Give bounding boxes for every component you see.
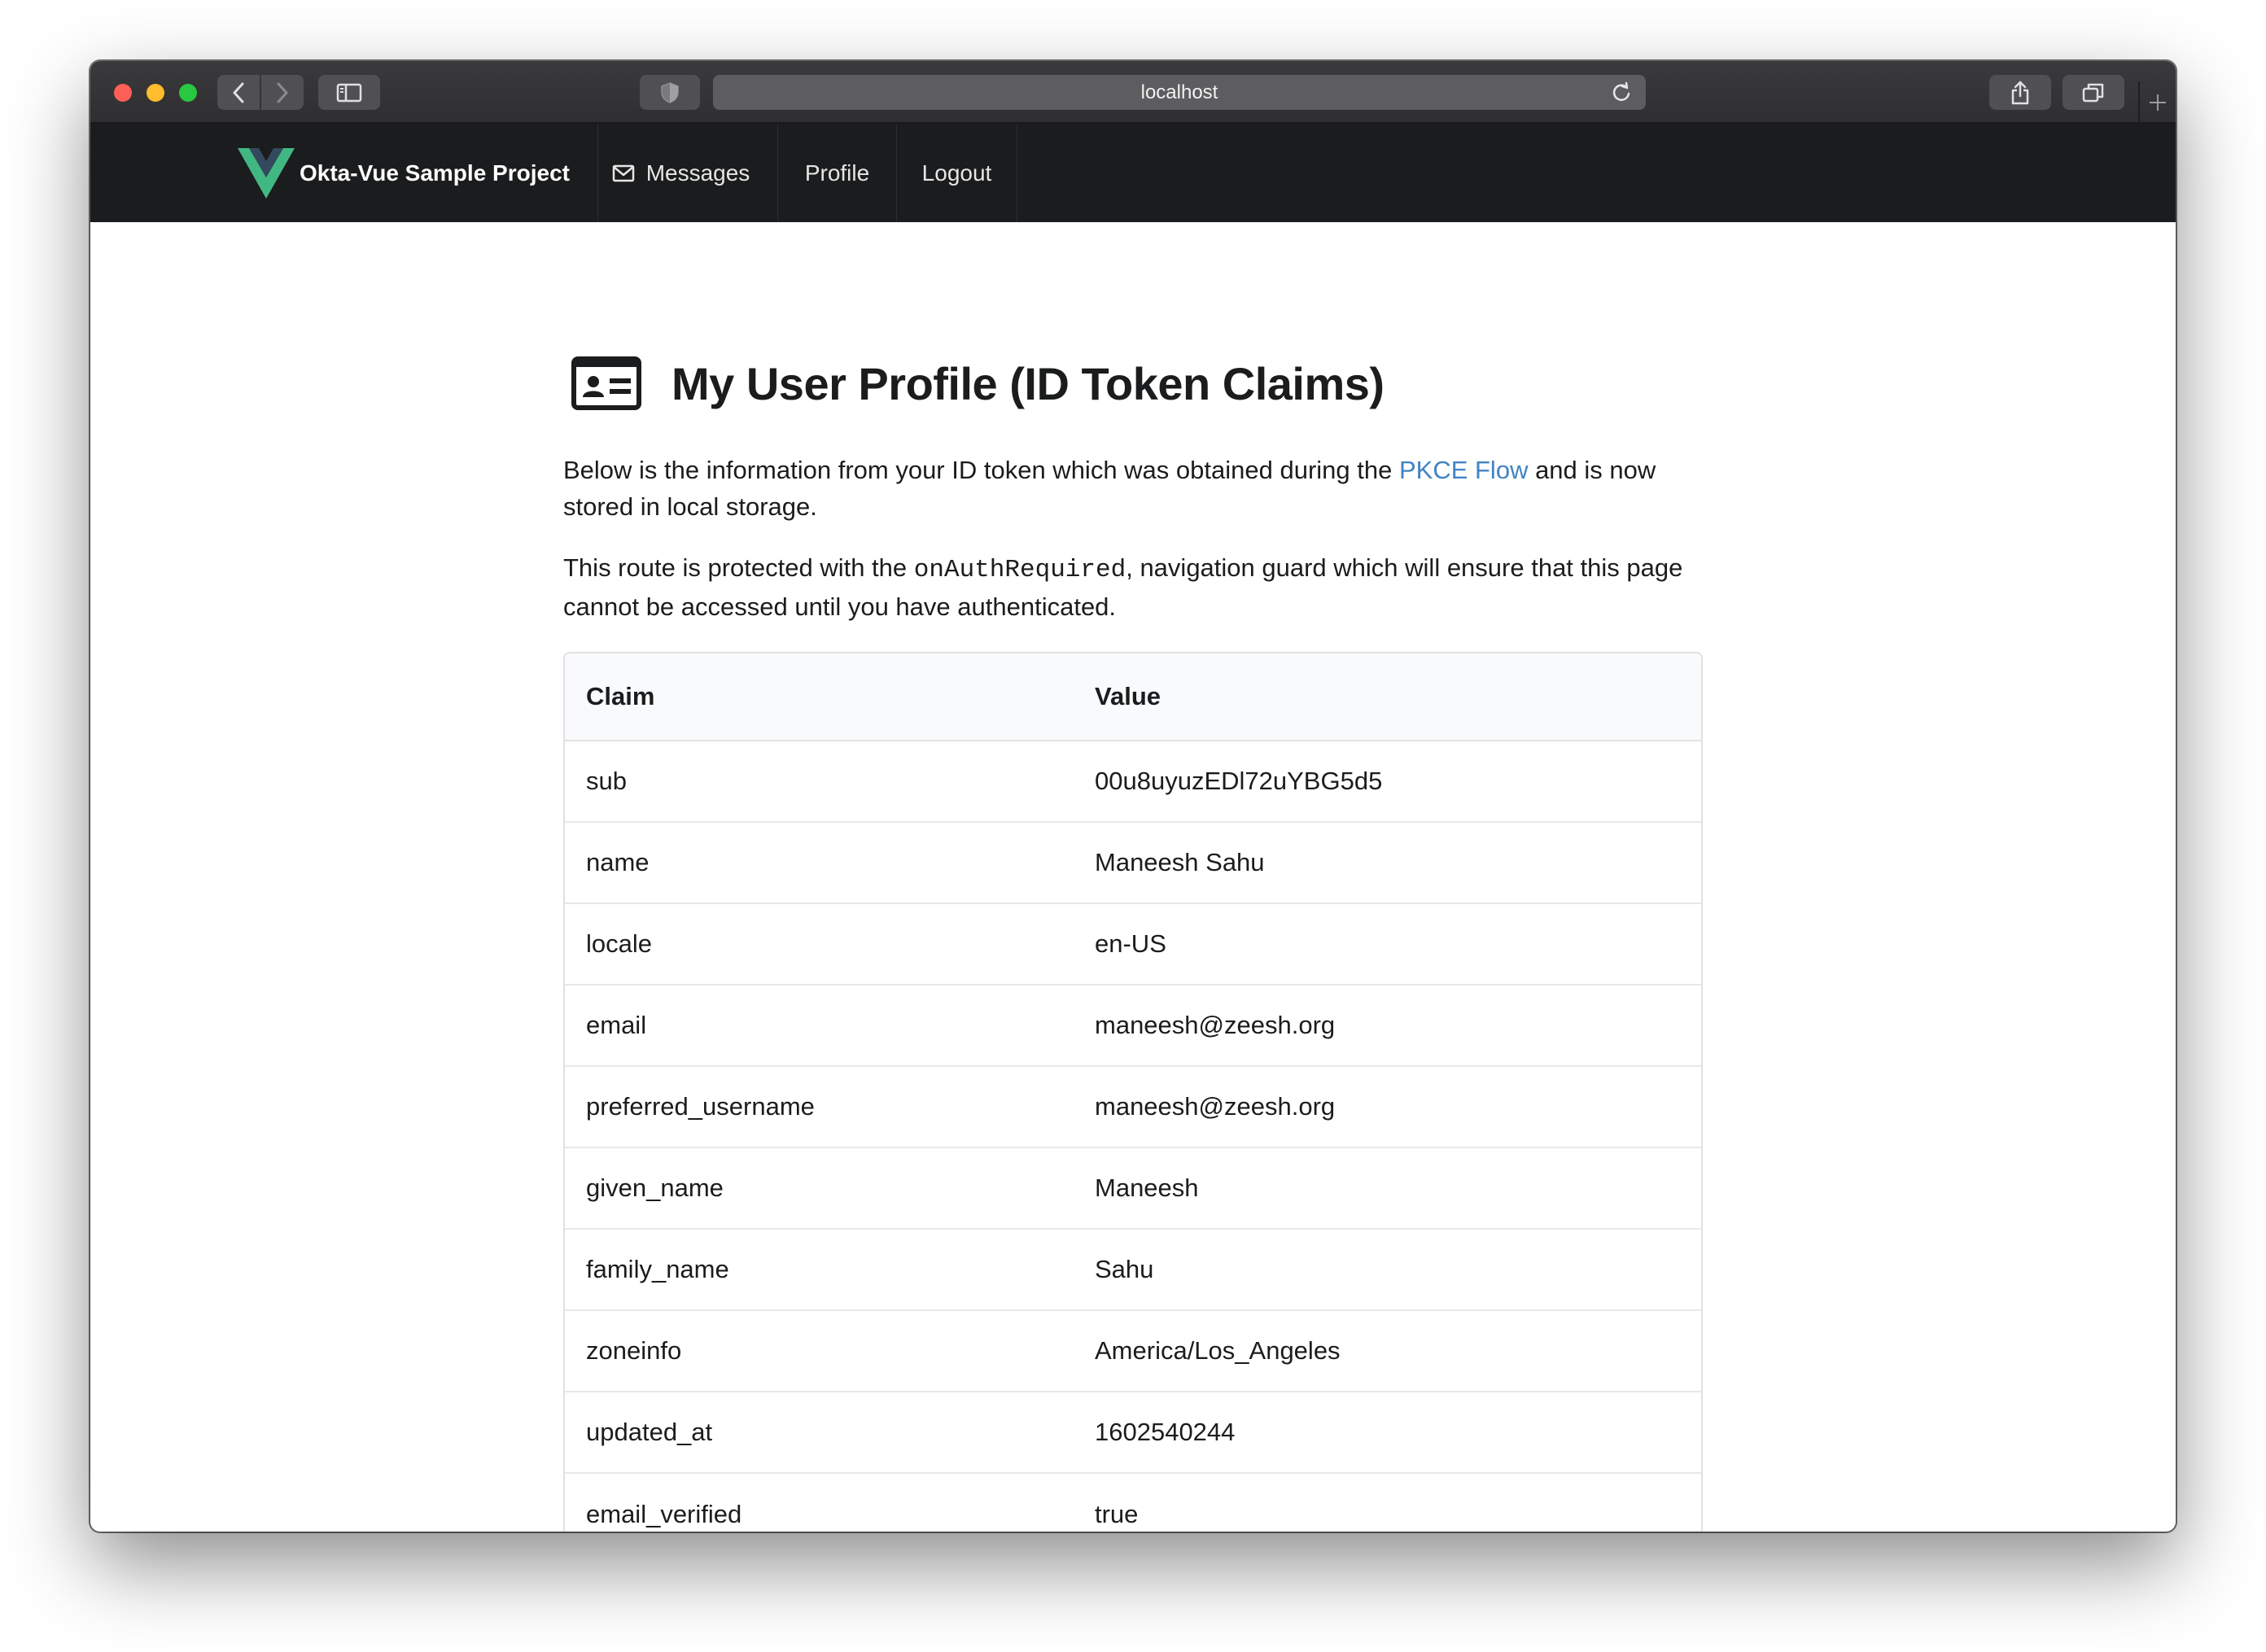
claims-table: Claim Value sub 00u8uyuzEDl72uYBG5d5 nam… [563,652,1703,1532]
guard-code: onAuthRequired [913,556,1126,584]
guard-paragraph: This route is protected with the onAuthR… [563,549,1695,625]
pkce-flow-link[interactable]: PKCE Flow [1399,456,1528,484]
shield-icon [661,81,679,103]
table-row: email maneesh@zeesh.org [565,986,1701,1067]
value-cell: true [1095,1500,1139,1528]
nav-logout[interactable]: Logout [897,124,1017,222]
value-cell: maneesh@zeesh.org [1074,1067,1701,1148]
value-cell: en-US [1074,904,1701,986]
table-row: name Maneesh Sahu [565,823,1701,904]
value-cell: America/Los_Angeles [1074,1311,1701,1392]
table-row: sub 00u8uyuzEDl72uYBG5d5 [565,741,1701,823]
claim-cell: zoneinfo [565,1311,1074,1392]
table-row: preferred_username maneesh@zeesh.org [565,1067,1701,1148]
table-row: locale en-US [565,904,1701,986]
zoom-window-button[interactable] [179,84,197,102]
chevron-left-icon [233,82,244,103]
back-button[interactable] [217,75,260,110]
claim-cell: given_name [565,1148,1074,1230]
page-title: My User Profile (ID Token Claims) [671,357,1385,409]
claim-cell: preferred_username [565,1067,1074,1148]
claim-cell: name [565,823,1074,904]
show-tabs-button[interactable] [2063,75,2124,110]
claim-cell: email [565,986,1074,1067]
sidebar-icon [336,83,362,102]
privacy-report-button[interactable] [640,75,700,110]
table-row: updated_at 1602540244 [565,1392,1701,1474]
id-card-icon [571,356,641,410]
nav-logout-label: Logout [921,160,992,186]
url-text: localhost [1140,81,1218,103]
column-header-value: Value [1074,653,1701,741]
app-navbar: Okta-Vue Sample Project Messages Profile… [90,124,2176,222]
claim-cell: updated_at [565,1392,1074,1474]
plus-icon [2150,94,2166,111]
share-button[interactable] [1989,75,2051,110]
intro-paragraph: Below is the information from your ID to… [563,452,1695,525]
table-row: family_name Sahu [565,1230,1701,1311]
column-header-claim: Claim [565,653,1074,741]
nav-profile-label: Profile [804,160,870,186]
value-cell: Maneesh [1074,1148,1701,1230]
reload-icon[interactable] [1610,81,1633,104]
nav-messages-label: Messages [645,160,750,186]
minimize-window-button[interactable] [147,84,164,102]
sidebar-toggle-button[interactable] [318,75,380,110]
brand-link[interactable]: Okta-Vue Sample Project [238,124,598,222]
forward-button[interactable] [261,75,304,110]
claim-cell: email_verified [586,1500,742,1528]
address-bar[interactable]: localhost [713,75,1646,110]
browser-toolbar: localhost [90,61,2176,124]
claim-cell: family_name [565,1230,1074,1311]
browser-window: localhost Okta-Vue Sample Project Messag… [90,61,2176,1532]
tabs-overview-icon [2082,83,2104,102]
value-cell: 00u8uyuzEDl72uYBG5d5 [1074,741,1701,823]
table-row: email_verified true [565,1474,1701,1532]
page-header: My User Profile (ID Token Claims) [563,356,1385,410]
value-cell: maneesh@zeesh.org [1074,986,1701,1067]
chevron-right-icon [277,82,288,103]
table-row: given_name Maneesh [565,1148,1701,1230]
claim-cell: sub [565,741,1074,823]
nav-profile[interactable]: Profile [778,124,897,222]
share-icon [2011,81,2029,104]
intro-text-start: Below is the information from your ID to… [563,456,1399,484]
guard-text-start: This route is protected with the [563,553,914,582]
value-cell: 1602540244 [1074,1392,1701,1474]
table-header-row: Claim Value [565,653,1701,741]
table-row: zoneinfo America/Los_Angeles [565,1311,1701,1392]
brand-title: Okta-Vue Sample Project [300,160,570,186]
close-window-button[interactable] [114,84,132,102]
mail-icon [612,164,634,181]
value-cell: Sahu [1074,1230,1701,1311]
vue-logo-icon [238,147,295,199]
nav-messages[interactable]: Messages [584,124,778,222]
value-cell: Maneesh Sahu [1074,823,1701,904]
new-tab-button[interactable] [2138,81,2176,124]
claim-cell: locale [565,904,1074,986]
